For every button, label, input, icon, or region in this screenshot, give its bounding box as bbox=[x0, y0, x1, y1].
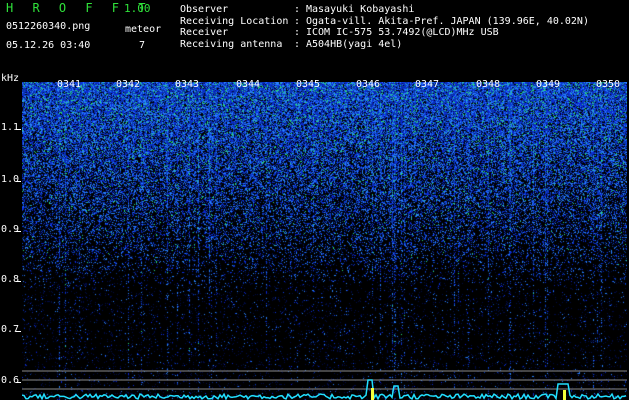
x-tick-label: 0350 bbox=[596, 79, 621, 90]
x-tick-label: 0344 bbox=[236, 79, 261, 90]
observation-datetime: 05.12.26 03:40 bbox=[6, 40, 91, 51]
y-tick-mark bbox=[16, 181, 21, 182]
spectrogram-overlay bbox=[22, 370, 627, 400]
image-filename: 0512260340.png bbox=[6, 21, 91, 32]
y-tick-label: 1.1 bbox=[1, 122, 20, 133]
x-tick-label: 0342 bbox=[116, 79, 141, 90]
y-tick-label: 0.7 bbox=[1, 324, 20, 335]
info-value: Ogata-vill. Akita-Pref. JAPAN (139.96E, … bbox=[306, 15, 589, 27]
meteor-echo-peak bbox=[563, 390, 566, 400]
y-tick-mark bbox=[16, 129, 21, 130]
y-tick-label: 1.0 bbox=[1, 174, 20, 185]
info-row-location: Receiving Location: Ogata-vill. Akita-Pre… bbox=[180, 15, 589, 27]
meteor-echo-peak bbox=[371, 388, 374, 400]
info-row-antenna: Receiving antenna: A504HB(yagi 4el) bbox=[180, 38, 403, 50]
info-label: Receiver bbox=[180, 27, 229, 38]
x-tick-label: 0349 bbox=[536, 79, 561, 90]
y-tick-mark bbox=[16, 231, 21, 232]
y-tick-label: 0.8 bbox=[1, 274, 20, 285]
app-version: 1.00 bbox=[124, 2, 151, 15]
y-tick-label: 0.9 bbox=[1, 224, 20, 235]
info-value: A504HB(yagi 4el) bbox=[306, 38, 403, 50]
y-axis-unit: kHz bbox=[1, 73, 20, 84]
y-tick-mark bbox=[16, 331, 21, 332]
x-tick-label: 0346 bbox=[356, 79, 381, 90]
info-label: Receiving Location bbox=[180, 15, 289, 27]
y-tick-mark bbox=[16, 281, 21, 282]
x-tick-label: 0341 bbox=[57, 79, 82, 90]
y-tick-mark bbox=[16, 382, 21, 383]
info-row-receiver: Receiver: ICOM IC-575 53.7492(@LCD)MHz US… bbox=[180, 27, 499, 38]
x-tick-label: 0345 bbox=[296, 79, 321, 90]
info-row-observer: Observer: Masayuki Kobayashi bbox=[180, 4, 415, 15]
info-label: Receiving antenna bbox=[180, 38, 283, 50]
x-tick-label: 0343 bbox=[175, 79, 200, 90]
x-tick-label: 0348 bbox=[476, 79, 501, 90]
meteor-count: 7 bbox=[139, 40, 146, 51]
info-value: ICOM IC-575 53.7492(@LCD)MHz USB bbox=[306, 27, 499, 38]
x-tick-label: 0347 bbox=[415, 79, 440, 90]
info-label: Observer bbox=[180, 4, 229, 15]
y-tick-label: 0.6 bbox=[1, 375, 20, 386]
info-value: Masayuki Kobayashi bbox=[306, 4, 415, 15]
station-info: Observer: Masayuki Kobayashi Receiving Lo… bbox=[180, 4, 589, 50]
hroft-window: H R O F F T 1.00 0512260340.png 05.12.26… bbox=[0, 0, 629, 400]
meteor-label: meteor bbox=[125, 24, 162, 35]
